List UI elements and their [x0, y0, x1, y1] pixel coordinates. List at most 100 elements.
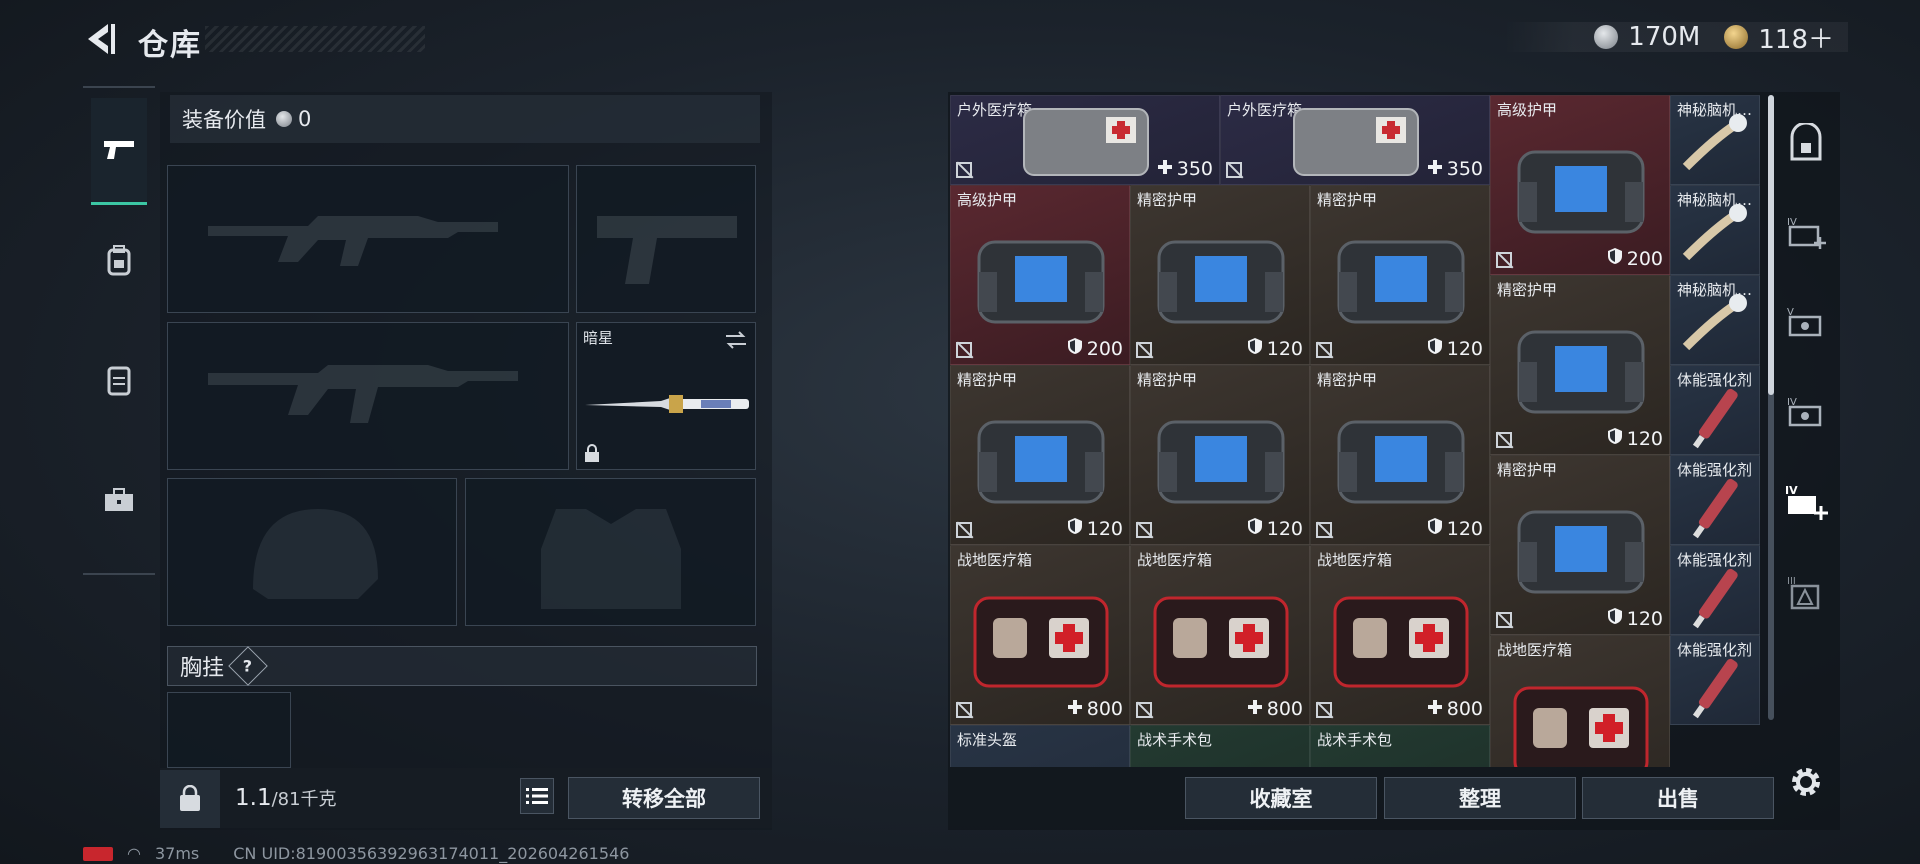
storage-item[interactable]: 高级护甲 200	[950, 185, 1130, 365]
pistol-slot[interactable]	[576, 165, 756, 313]
storage-item[interactable]: 标准头盔	[950, 725, 1130, 767]
storage-item[interactable]: 神秘脑机…	[1670, 185, 1760, 275]
chest-rig-slot[interactable]	[167, 692, 291, 768]
filter-box-iv[interactable]: IV	[1780, 378, 1832, 448]
item-value: 350	[1157, 158, 1213, 180]
helmet-icon	[951, 726, 1130, 767]
storage-item[interactable]: 战地医疗箱	[1490, 635, 1670, 767]
no-sell-icon	[1496, 612, 1512, 628]
item-value-number: 120	[1626, 607, 1663, 630]
item-value: 800	[1247, 698, 1303, 720]
item-value: 120	[1607, 427, 1663, 450]
bag-lock-icon	[180, 785, 200, 811]
filter-safe-box[interactable]	[1780, 108, 1832, 178]
helmet-silhouette-icon	[253, 509, 378, 599]
storage-item[interactable]: 户外医疗箱 350	[1220, 95, 1490, 185]
weight-readout: 1.1/81千克	[235, 785, 337, 811]
storage-item[interactable]: 战地医疗箱 800	[1130, 545, 1310, 725]
device-icon	[1682, 204, 1747, 261]
storage-item[interactable]: 精密护甲 120	[950, 365, 1130, 545]
storage-item[interactable]: 神秘脑机…	[1670, 95, 1760, 185]
item-value-number: 120	[1266, 337, 1303, 360]
no-sell-icon	[956, 342, 972, 358]
organize-button[interactable]: 整理	[1384, 777, 1576, 819]
storage-item[interactable]: 精密护甲 120	[1310, 185, 1490, 365]
storage-item[interactable]: 体能强化剂	[1670, 455, 1760, 545]
gold-currency-value[interactable]: 118＋	[1758, 19, 1834, 56]
settings-button[interactable]	[1786, 762, 1826, 802]
rail-tab-weapons[interactable]	[91, 98, 147, 205]
storage-item[interactable]: 精密护甲 120	[1310, 365, 1490, 545]
item-value-number: 200	[1086, 337, 1123, 360]
syringe-icon	[1692, 388, 1738, 449]
shield-icon	[1427, 337, 1443, 360]
no-sell-icon	[1226, 162, 1242, 178]
title-decoration	[205, 26, 425, 52]
item-value: 800	[1067, 698, 1123, 720]
pistol-icon	[104, 141, 134, 159]
storage-item[interactable]: 精密护甲 120	[1130, 185, 1310, 365]
list-view-button[interactable]	[520, 778, 554, 814]
primary-weapon-slot[interactable]	[167, 165, 569, 313]
chest-rig-header: 胸挂 ?	[167, 646, 757, 686]
storage-filter-rail: IV V IV IV III	[1780, 100, 1832, 740]
storage-item[interactable]: 体能强化剂	[1670, 635, 1760, 725]
filter-medic-iv-active[interactable]: IV	[1780, 468, 1832, 538]
armor-iii-icon: III	[1787, 576, 1820, 610]
storage-item[interactable]: 户外医疗箱 350	[950, 95, 1220, 185]
surgkit-icon	[1311, 726, 1490, 767]
transfer-all-button[interactable]: 转移全部	[568, 777, 760, 819]
rail-tab-vest[interactable]	[91, 328, 147, 432]
shield-icon	[1067, 337, 1083, 360]
storage-item[interactable]: 战地医疗箱 800	[1310, 545, 1490, 725]
chest-rig-label: 胸挂	[180, 656, 225, 681]
item-value: 120	[1427, 337, 1483, 360]
storage-item[interactable]: 体能强化剂	[1670, 545, 1760, 635]
shield-icon	[1607, 427, 1623, 450]
heal-plus-icon	[1067, 698, 1083, 720]
melee-slot[interactable]: 暗星	[576, 322, 756, 470]
storage-item[interactable]: 精密护甲 120	[1490, 455, 1670, 635]
storage-item[interactable]: 战术手术包	[1130, 725, 1310, 767]
no-sell-icon	[1316, 702, 1332, 718]
storage-item[interactable]: 高级护甲 200	[1490, 95, 1670, 275]
armor-slot[interactable]	[465, 478, 756, 626]
secondary-weapon-slot[interactable]	[167, 322, 569, 470]
firstaid-icon	[1513, 686, 1649, 767]
page-title: 仓库	[138, 28, 202, 63]
gold-coin-icon	[1724, 25, 1749, 49]
medic-iv-icon: IV	[1787, 217, 1826, 249]
storage-item[interactable]: 体能强化剂	[1670, 365, 1760, 455]
item-value: 800	[1427, 698, 1483, 720]
item-value: 120	[1607, 607, 1663, 630]
item-value: 120	[1427, 517, 1483, 540]
filter-medic-iv[interactable]: IV	[1780, 198, 1832, 268]
list-icon	[526, 788, 548, 804]
filter-armor-iii[interactable]: III	[1780, 558, 1832, 628]
melee-name: 暗星	[583, 329, 614, 347]
back-button[interactable]	[78, 18, 120, 60]
syringe-icon	[1692, 568, 1738, 629]
device-icon	[1682, 114, 1747, 171]
helmet-slot[interactable]	[167, 478, 457, 626]
storage-scrollbar-thumb[interactable]	[1768, 95, 1774, 395]
storage-item[interactable]: 精密护甲 120	[1490, 275, 1670, 455]
filter-box-v[interactable]: V	[1780, 288, 1832, 358]
swap-icon[interactable]	[723, 329, 749, 351]
rail-tab-tools[interactable]	[91, 448, 147, 552]
sell-button[interactable]: 出售	[1582, 777, 1774, 819]
backpack-lock-button[interactable]	[160, 770, 220, 828]
storage-item[interactable]: 战术手术包	[1310, 725, 1490, 767]
rifle-silhouette-icon	[208, 365, 518, 423]
collection-room-button[interactable]: 收藏室	[1185, 777, 1377, 819]
no-sell-icon	[1496, 432, 1512, 448]
help-icon[interactable]: ?	[228, 646, 268, 686]
heal-plus-icon	[1427, 698, 1443, 720]
no-sell-icon	[1136, 702, 1152, 718]
heal-plus-icon	[1157, 158, 1173, 180]
storage-item[interactable]: 精密护甲 120	[1130, 365, 1310, 545]
rail-tab-backpack[interactable]	[91, 208, 147, 312]
storage-item[interactable]: 神秘脑机…	[1670, 275, 1760, 365]
storage-item[interactable]: 战地医疗箱 800	[950, 545, 1130, 725]
item-value-number: 120	[1446, 337, 1483, 360]
